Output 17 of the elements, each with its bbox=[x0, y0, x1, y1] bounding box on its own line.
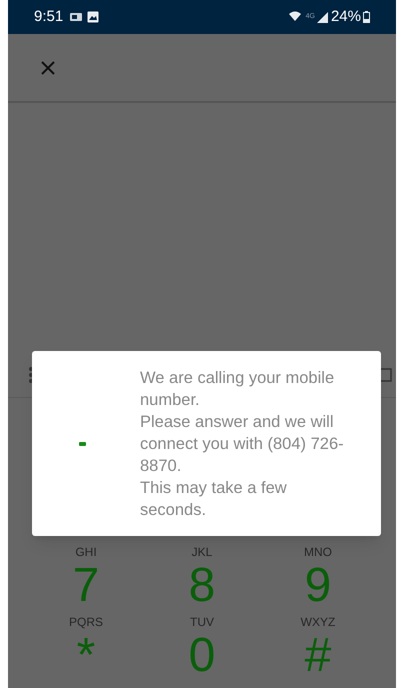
dial-key[interactable]: 8 bbox=[188, 561, 216, 611]
key-letters: JKL bbox=[192, 545, 212, 559]
dialog-message: This may take a few seconds. bbox=[140, 478, 288, 520]
key-letters: GHI bbox=[75, 545, 97, 559]
dialog-message: Please answer and we will connect you with (804) 726-8870. bbox=[140, 412, 345, 476]
dialog-message: We are calling your mobile number. bbox=[140, 368, 336, 410]
dial-key[interactable]: 9 bbox=[304, 561, 332, 611]
clock: 9:51 bbox=[34, 6, 64, 27]
dial-key[interactable]: * bbox=[76, 631, 96, 681]
key-letters: PQRS bbox=[68, 615, 103, 629]
dial-key[interactable]: # bbox=[304, 631, 332, 681]
dial-key[interactable]: 7 bbox=[72, 561, 100, 611]
key-letters: MNO bbox=[304, 545, 332, 559]
dial-key[interactable]: 0 bbox=[188, 631, 216, 681]
key-letters: TUV bbox=[190, 615, 214, 629]
key-letters: WXYZ bbox=[300, 615, 336, 629]
battery-percentage: 24% bbox=[330, 6, 361, 27]
